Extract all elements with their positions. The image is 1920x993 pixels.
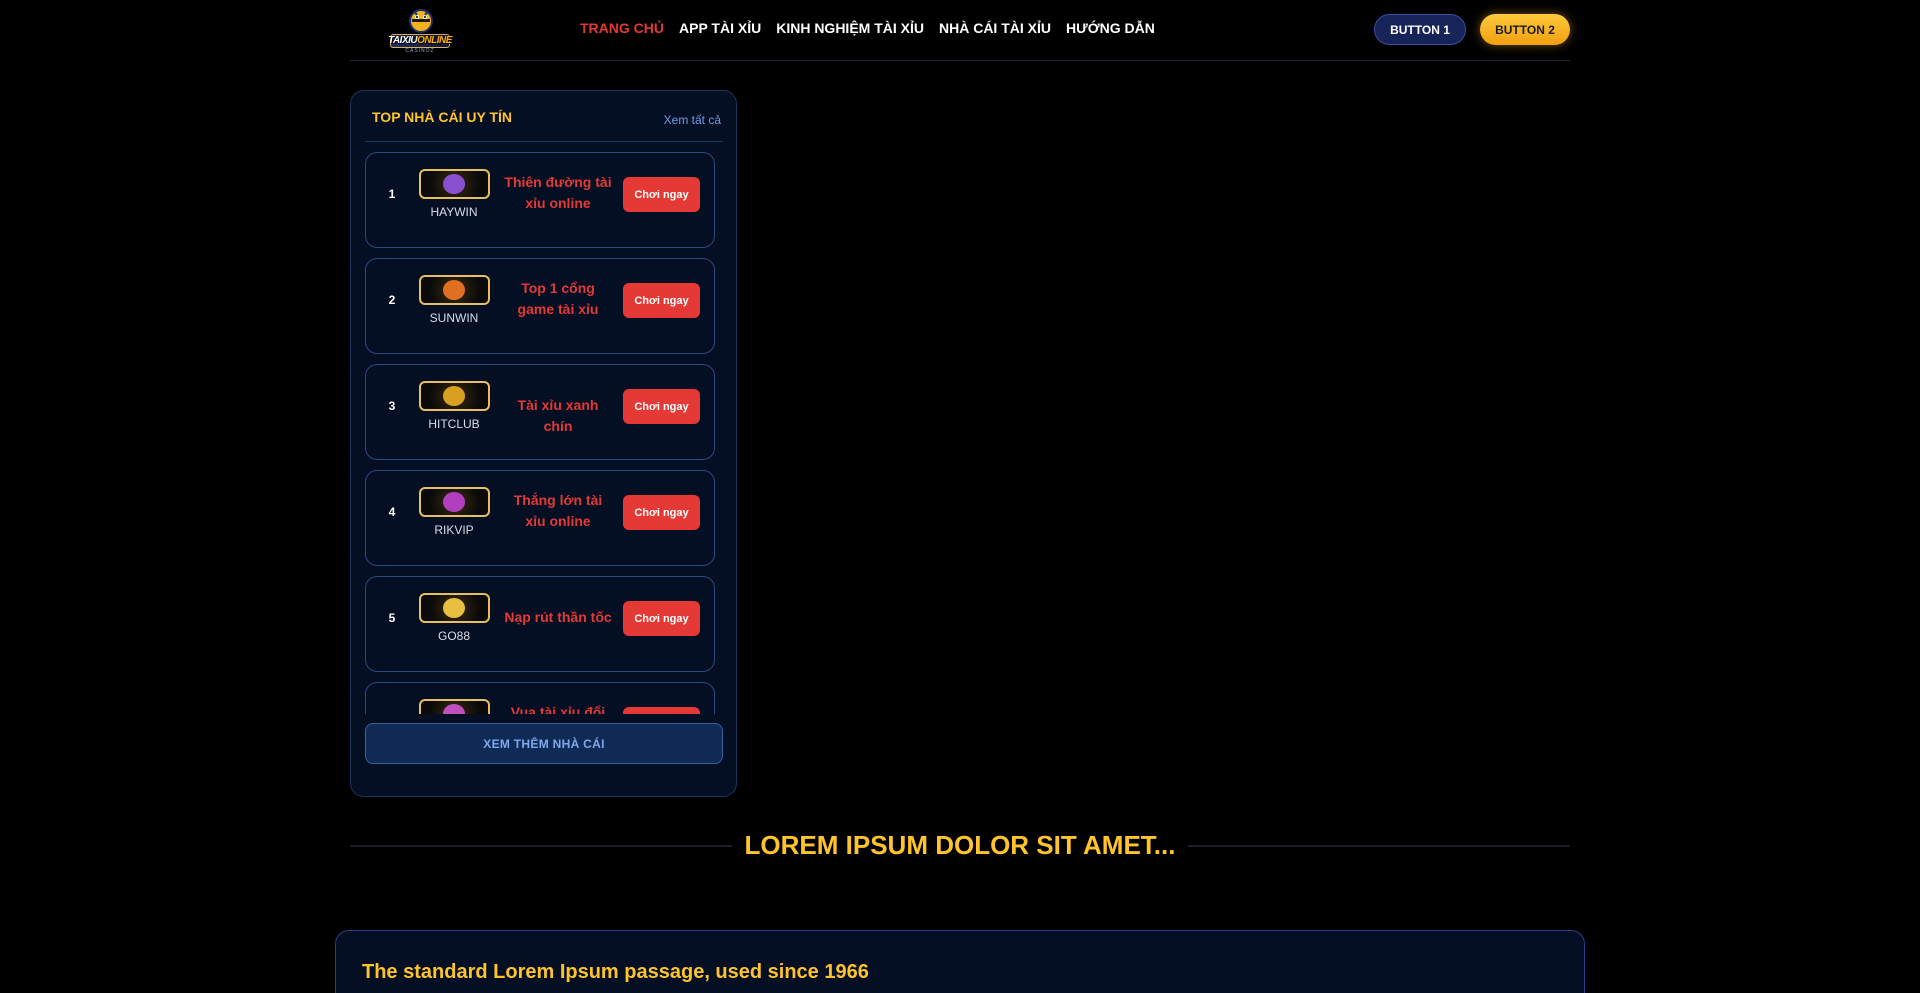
- haywin-logo-icon: [443, 174, 465, 194]
- brand-name: HITCLUB: [428, 417, 480, 431]
- list-item: 4 RIKVIP Thắng lớn tài xỉu online Chơi n…: [365, 470, 715, 566]
- play-now-button[interactable]: Chơi ngay: [623, 177, 700, 212]
- rank-number: 2: [388, 293, 396, 307]
- section-heading: LOREM IPSUM DOLOR SIT AMET...: [350, 828, 1570, 862]
- logo-subtext: CASINOZ: [405, 48, 435, 54]
- brand-tagline: Thắng lớn tài xỉu online: [513, 492, 603, 529]
- go88-logo-icon: [443, 598, 465, 618]
- list-item: 2 SUNWIN Top 1 cổng game tài xỉu Chơi ng…: [365, 258, 715, 354]
- rikvip-logo-icon: [443, 492, 465, 512]
- brand-logo-image[interactable]: [419, 487, 490, 517]
- list-item: 5 GO88 Nạp rút thần tốc Chơi ngay: [365, 576, 715, 672]
- site-logo[interactable]: TAIXIUONLINE CASINOZ: [384, 4, 456, 54]
- play-now-button[interactable]: Chơi ngay: [623, 389, 700, 424]
- button-1[interactable]: BUTTON 1: [1374, 14, 1466, 45]
- play-now-button[interactable]: [623, 707, 700, 714]
- play-now-button[interactable]: Chơi ngay: [623, 283, 700, 318]
- content-card: The standard Lorem Ipsum passage, used s…: [335, 930, 1585, 993]
- brand-tagline: Nạp rút thần tốc: [504, 609, 612, 625]
- brand-logo-image[interactable]: [419, 169, 490, 199]
- site-header: TAIXIUONLINE CASINOZ TRANG CHỦ APP TÀI X…: [350, 0, 1570, 61]
- brand-tagline: Tài xỉu xanh chín: [517, 397, 599, 434]
- nav-item-app[interactable]: APP TÀI XỈU: [679, 20, 761, 36]
- nav-item-experience[interactable]: KINH NGHIỆM TÀI XỈU: [776, 20, 924, 36]
- play-now-button[interactable]: Chơi ngay: [623, 495, 700, 530]
- brand-name: HAYWIN: [430, 205, 478, 219]
- brand-logo-icon: [443, 704, 465, 714]
- brand-logo-image[interactable]: [419, 593, 490, 623]
- brand-name: RIKVIP: [434, 523, 474, 537]
- section-title: LOREM IPSUM DOLOR SIT AMET...: [744, 830, 1176, 860]
- logo-wordmark: TAIXIUONLINE: [388, 35, 452, 46]
- list-item: 1 HAYWIN Thiên đường tài xỉu online Chơi…: [365, 152, 715, 248]
- content-title: The standard Lorem Ipsum passage, used s…: [362, 961, 869, 983]
- brand-name: SUNWIN: [429, 311, 479, 325]
- rank-number: 3: [388, 399, 396, 413]
- brand-tagline: Vua tài xỉu đổi: [510, 704, 606, 714]
- see-more-bookmakers-button[interactable]: XEM THÊM NHÀ CÁI: [365, 723, 723, 764]
- nav-item-guide[interactable]: HƯỚNG DẪN: [1066, 20, 1155, 36]
- play-now-button[interactable]: Chơi ngay: [623, 601, 700, 636]
- list-item: 6 Vua tài xỉu đổi: [365, 682, 715, 714]
- nav-item-home[interactable]: TRANG CHỦ: [580, 20, 664, 36]
- list-item: 3 HITCLUB Tài xỉu xanh chín Chơi ngay: [365, 364, 715, 460]
- brand-logo-image[interactable]: [419, 699, 490, 714]
- brand-tagline: Thiên đường tài xỉu online: [504, 174, 612, 211]
- nav-item-bookmakers[interactable]: NHÀ CÁI TÀI XỈU: [939, 20, 1051, 36]
- brand-logo-image[interactable]: [419, 381, 490, 411]
- bee-mascot-icon: [409, 9, 433, 33]
- bookmaker-list[interactable]: 1 HAYWIN Thiên đường tài xỉu online Chơi…: [365, 152, 717, 714]
- panel-title: TOP NHÀ CÁI UY TÍN: [372, 109, 513, 125]
- rank-number: 5: [388, 611, 396, 625]
- button-2[interactable]: BUTTON 2: [1480, 14, 1570, 45]
- brand-tagline: Top 1 cổng game tài xỉu: [517, 280, 599, 317]
- view-all-link[interactable]: Xem tất cả: [664, 113, 721, 127]
- main-nav: TRANG CHỦ APP TÀI XỈU KINH NGHIỆM TÀI XỈ…: [580, 20, 1170, 36]
- brand-name: GO88: [437, 629, 470, 643]
- top-bookmakers-panel: TOP NHÀ CÁI UY TÍN Xem tất cả 1 HAYWIN T…: [350, 90, 737, 797]
- sunwin-logo-icon: [443, 280, 465, 300]
- panel-divider: [365, 141, 723, 142]
- rank-number: 4: [388, 505, 396, 519]
- rank-number: 1: [388, 187, 396, 201]
- hitclub-logo-icon: [443, 386, 465, 406]
- brand-logo-image[interactable]: [419, 275, 490, 305]
